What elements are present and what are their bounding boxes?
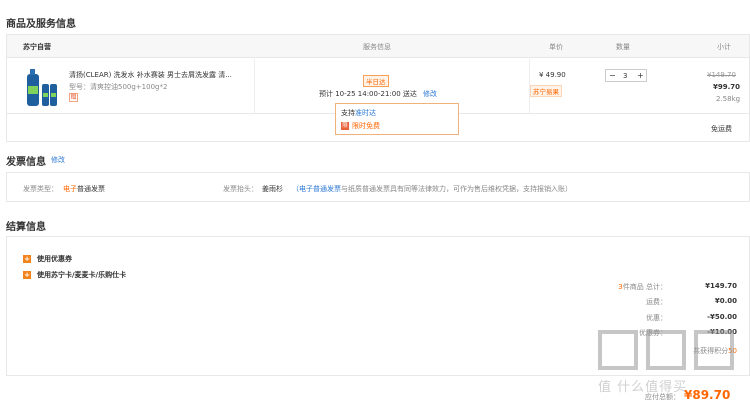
limited-free-text: 限时免费 bbox=[352, 122, 380, 130]
payable-amount: ¥89.70 bbox=[684, 388, 731, 402]
points-info: 共获得积分50 bbox=[693, 347, 737, 355]
price-tag: 苏宁易果 bbox=[530, 85, 562, 97]
modify-delivery-link[interactable]: 修改 bbox=[423, 89, 437, 99]
product-model: 型号：清爽控油500g+100g*2 bbox=[69, 83, 168, 91]
coupon-option[interactable]: + 使用优惠券 bbox=[23, 254, 72, 264]
delivery-tooltip: 支持准时达 限 限时免费 bbox=[335, 103, 459, 135]
tooltip-line2: 限 限时免费 bbox=[341, 121, 380, 131]
limited-icon: 限 bbox=[341, 122, 349, 130]
summary-value-items: ¥149.70 bbox=[705, 282, 737, 290]
plus-icon: + bbox=[23, 271, 31, 279]
invoice-title-label: 发票抬头： bbox=[223, 185, 258, 193]
summary-label-discount: 优惠： bbox=[646, 314, 667, 322]
product-table-header: 苏宁自营 服务信息 单价 数量 小计 bbox=[7, 35, 749, 58]
invoice-note: （电子普通发票与纸质普通发票具有同等法律效力，可作为售后维权凭据，支持报销入账） bbox=[292, 185, 572, 193]
shipping-fee: 免运费 bbox=[711, 125, 732, 133]
settle-section-title: 结算信息 bbox=[6, 222, 46, 233]
divider bbox=[254, 59, 255, 114]
summary-value-coupon: -¥10.00 bbox=[707, 328, 737, 336]
gift-badge: 赠 bbox=[69, 93, 78, 102]
invoice-type-label: 发票类型： bbox=[23, 185, 58, 193]
store-name: 苏宁自营 bbox=[23, 43, 51, 51]
unit-price: ¥ 49.90 bbox=[539, 71, 566, 79]
invoice-box: 发票类型： 电子普通发票 发票抬头： 姜雨杉 （电子普通发票与纸质普通发票具有同… bbox=[6, 172, 750, 202]
e-invoice-link[interactable]: （电子普通发票 bbox=[292, 185, 341, 193]
invoice-type-value: 电子普通发票 bbox=[63, 185, 105, 193]
plus-icon: + bbox=[23, 255, 31, 263]
subtotal-header: 小计 bbox=[717, 43, 731, 51]
original-total: ¥149.70 bbox=[707, 71, 736, 79]
quantity-input[interactable]: 3 bbox=[623, 72, 627, 80]
on-time-link[interactable]: 准时达 bbox=[355, 109, 376, 117]
qty-header: 数量 bbox=[616, 43, 630, 51]
invoice-modify-link[interactable]: 修改 bbox=[51, 155, 65, 165]
product-name[interactable]: 清扬(CLEAR) 洗发水 补水赛装 男士去屑洗发露 清... bbox=[69, 70, 249, 80]
price-header: 单价 bbox=[549, 43, 563, 51]
same-day-tag: 半日达 bbox=[363, 75, 389, 87]
card-option[interactable]: + 使用苏宁卡/麦麦卡/乐购仕卡 bbox=[23, 270, 126, 280]
service-header: 服务信息 bbox=[363, 43, 391, 51]
product-section-title: 商品及服务信息 bbox=[6, 19, 76, 30]
item-total: ¥99.70 bbox=[713, 83, 741, 91]
summary-label-coupon: 优惠券： bbox=[639, 329, 667, 337]
payable-label: 应付总额： bbox=[645, 393, 680, 401]
tooltip-line1: 支持准时达 bbox=[341, 108, 376, 118]
tooltip-prefix: 支持 bbox=[341, 109, 355, 117]
settle-box: + 使用优惠券 + 使用苏宁卡/麦麦卡/乐购仕卡 3件商品 总计： ¥149.7… bbox=[6, 236, 750, 376]
product-image[interactable] bbox=[23, 68, 59, 108]
summary-value-shipping: ¥0.00 bbox=[714, 297, 737, 305]
invoice-section-title: 发票信息 bbox=[6, 157, 46, 168]
coupon-label: 使用优惠券 bbox=[37, 255, 72, 263]
shampoo-bottle-icon bbox=[27, 69, 57, 106]
invoice-title-value: 姜雨杉 bbox=[262, 185, 283, 193]
minus-button[interactable]: − bbox=[609, 71, 616, 80]
summary-value-discount: -¥50.00 bbox=[707, 313, 737, 321]
quantity-stepper: − 3 + bbox=[605, 69, 647, 82]
card-label: 使用苏宁卡/麦麦卡/乐购仕卡 bbox=[37, 271, 127, 279]
item-weight: 2.58kg bbox=[716, 95, 741, 103]
plus-button[interactable]: + bbox=[637, 71, 644, 80]
delivery-estimate: 预计 10-25 14:00-21:00 送达 bbox=[319, 90, 417, 98]
summary-label-items: 3件商品 总计： bbox=[618, 283, 667, 291]
summary-label-shipping: 运费： bbox=[646, 298, 667, 306]
